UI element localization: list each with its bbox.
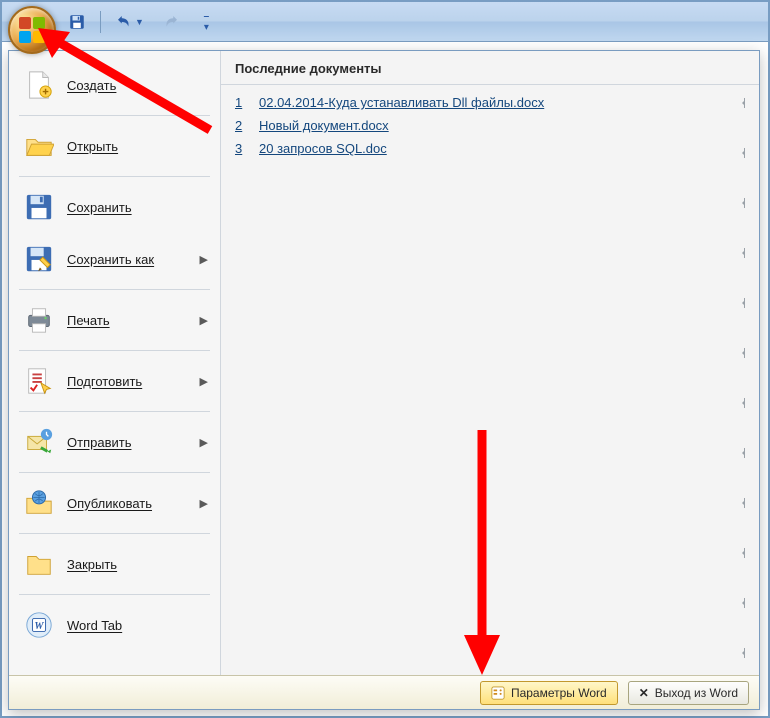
recent-documents-list: 1 02.04.2014-Куда устанавливать Dll файл… bbox=[221, 85, 759, 675]
word-tab-icon: W bbox=[23, 609, 55, 641]
cmd-label: Опубликовать bbox=[67, 496, 152, 511]
send-icon bbox=[23, 426, 55, 458]
pin-icon[interactable] bbox=[733, 495, 749, 511]
office-menu-footer: Параметры Word ✕ Выход из Word bbox=[9, 675, 759, 709]
menu-divider bbox=[19, 176, 210, 177]
qat-redo-button[interactable] bbox=[158, 11, 184, 33]
publish-icon bbox=[23, 487, 55, 519]
button-label: Выход из Word bbox=[655, 686, 738, 700]
pin-icon[interactable] bbox=[733, 445, 749, 461]
save-icon bbox=[23, 191, 55, 223]
floppy-icon bbox=[68, 13, 86, 31]
close-folder-icon bbox=[23, 548, 55, 580]
office-menu-commands: Создать Открыть Сохранить Со bbox=[9, 51, 221, 675]
cmd-word-tab[interactable]: W Word Tab bbox=[9, 599, 220, 651]
recent-document-item[interactable]: 1 02.04.2014-Куда устанавливать Dll файл… bbox=[221, 91, 759, 114]
cmd-save[interactable]: Сохранить bbox=[9, 181, 220, 233]
menu-divider bbox=[19, 350, 210, 351]
cmd-prepare[interactable]: Подготовить ▶ bbox=[9, 355, 220, 407]
pin-icon[interactable] bbox=[733, 595, 749, 611]
menu-divider bbox=[19, 115, 210, 116]
cmd-new[interactable]: Создать bbox=[9, 59, 220, 111]
redo-icon bbox=[162, 13, 180, 31]
menu-divider bbox=[19, 472, 210, 473]
pin-icon[interactable] bbox=[733, 195, 749, 211]
pin-icon[interactable] bbox=[733, 645, 749, 661]
quick-access-toolbar: ▼ ⎯▾ bbox=[2, 2, 768, 42]
word-options-button[interactable]: Параметры Word bbox=[480, 681, 618, 705]
pin-icon[interactable] bbox=[733, 245, 749, 261]
menu-divider bbox=[19, 411, 210, 412]
recent-documents-panel: Последние документы 1 02.04.2014-Куда ус… bbox=[221, 51, 759, 675]
qat-customize-button[interactable]: ⎯▾ bbox=[200, 9, 213, 35]
qat-undo-button[interactable]: ▼ bbox=[111, 11, 148, 33]
recent-doc-name: Новый документ.docx bbox=[259, 118, 389, 133]
cmd-label: Закрыть bbox=[67, 557, 117, 572]
recent-doc-name: 02.04.2014-Куда устанавливать Dll файлы.… bbox=[259, 95, 544, 110]
cmd-label: Создать bbox=[67, 78, 116, 93]
office-logo-icon bbox=[19, 17, 45, 43]
cmd-label: Сохранить как bbox=[67, 252, 154, 267]
options-icon bbox=[491, 686, 505, 700]
pin-icon[interactable] bbox=[733, 345, 749, 361]
cmd-label: Открыть bbox=[67, 139, 118, 154]
office-button[interactable] bbox=[8, 6, 56, 54]
cmd-print[interactable]: Печать ▶ bbox=[9, 294, 220, 346]
new-document-icon bbox=[23, 69, 55, 101]
submenu-arrow-icon: ▶ bbox=[200, 436, 208, 449]
cmd-label: Сохранить bbox=[67, 200, 132, 215]
recent-document-item[interactable]: 3 20 запросов SQL.doc bbox=[221, 137, 759, 160]
submenu-arrow-icon: ▶ bbox=[200, 314, 208, 327]
svg-text:W: W bbox=[34, 621, 44, 632]
recent-doc-number: 3 bbox=[235, 141, 249, 156]
cmd-label: Подготовить bbox=[67, 374, 142, 389]
recent-doc-number: 2 bbox=[235, 118, 249, 133]
recent-document-item[interactable]: 2 Новый документ.docx bbox=[221, 114, 759, 137]
open-folder-icon bbox=[23, 130, 55, 162]
office-menu-body: Создать Открыть Сохранить Со bbox=[9, 51, 759, 675]
pin-icon[interactable] bbox=[733, 145, 749, 161]
cmd-label: Отправить bbox=[67, 435, 131, 450]
pin-column bbox=[733, 95, 749, 661]
save-as-icon bbox=[23, 243, 55, 275]
pin-icon[interactable] bbox=[733, 295, 749, 311]
recent-doc-number: 1 bbox=[235, 95, 249, 110]
cmd-open[interactable]: Открыть bbox=[9, 120, 220, 172]
submenu-arrow-icon: ▶ bbox=[200, 497, 208, 510]
qat-separator bbox=[100, 11, 101, 33]
menu-divider bbox=[19, 594, 210, 595]
print-icon bbox=[23, 304, 55, 336]
recent-doc-name: 20 запросов SQL.doc bbox=[259, 141, 387, 156]
exit-word-button[interactable]: ✕ Выход из Word bbox=[628, 681, 749, 705]
prepare-icon bbox=[23, 365, 55, 397]
customize-caret-icon: ⎯▾ bbox=[204, 11, 209, 33]
button-label: Параметры Word bbox=[511, 686, 607, 700]
office-menu: Создать Открыть Сохранить Со bbox=[8, 50, 760, 710]
cmd-save-as[interactable]: Сохранить как ▶ bbox=[9, 233, 220, 285]
close-x-icon: ✕ bbox=[639, 686, 649, 700]
submenu-arrow-icon: ▶ bbox=[200, 375, 208, 388]
dropdown-caret-icon: ▼ bbox=[135, 17, 144, 27]
pin-icon[interactable] bbox=[733, 395, 749, 411]
cmd-send[interactable]: Отправить ▶ bbox=[9, 416, 220, 468]
recent-documents-header: Последние документы bbox=[221, 51, 759, 85]
pin-icon[interactable] bbox=[733, 545, 749, 561]
menu-divider bbox=[19, 289, 210, 290]
pin-icon[interactable] bbox=[733, 95, 749, 111]
qat-save-button[interactable] bbox=[64, 11, 90, 33]
cmd-publish[interactable]: Опубликовать ▶ bbox=[9, 477, 220, 529]
menu-divider bbox=[19, 533, 210, 534]
submenu-arrow-icon: ▶ bbox=[200, 253, 208, 266]
cmd-label: Печать bbox=[67, 313, 110, 328]
cmd-close[interactable]: Закрыть bbox=[9, 538, 220, 590]
undo-icon bbox=[115, 13, 133, 31]
cmd-label: Word Tab bbox=[67, 618, 122, 633]
